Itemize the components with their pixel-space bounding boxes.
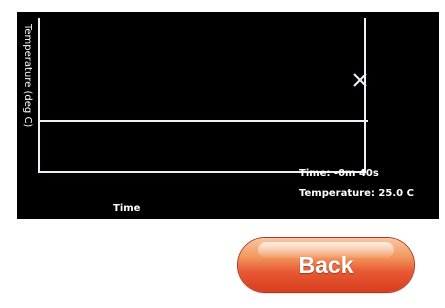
- temperature-readout: Temperature: 25.0 C: [299, 188, 414, 199]
- x-marker-icon: [353, 73, 367, 87]
- back-button[interactable]: Back: [238, 238, 414, 292]
- temperature-plot[interactable]: Temperature (deg C) Time Time: -0m 40s T…: [17, 12, 439, 219]
- back-button-label: Back: [298, 252, 354, 278]
- temperature-trace: [38, 120, 368, 122]
- plot-frame: [38, 18, 366, 173]
- y-axis-label: Temperature (deg C): [22, 24, 33, 128]
- time-readout: Time: -0m 40s: [299, 168, 379, 179]
- x-axis-label: Time: [113, 203, 141, 214]
- screen: Temperature (deg C) Time Time: -0m 40s T…: [0, 0, 445, 308]
